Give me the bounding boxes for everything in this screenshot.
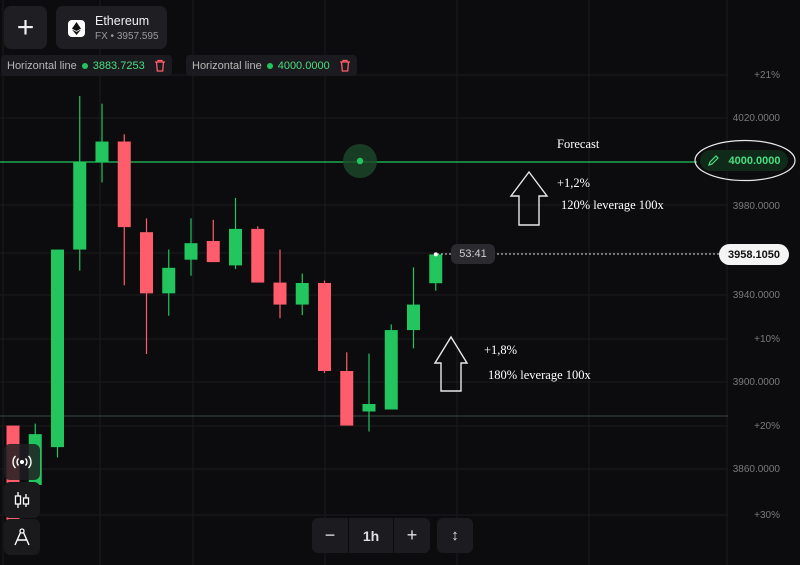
candle-body [362, 404, 376, 412]
candle-body [184, 243, 198, 260]
candle-body [162, 267, 176, 294]
indicator-chip-1[interactable]: Horizontal line 3883.7253 [1, 55, 172, 76]
annotation-upper-pct: +1,2% [557, 176, 591, 190]
candle-body [117, 141, 131, 228]
candle-body [407, 304, 420, 331]
asset-name: Ethereum [95, 14, 150, 28]
candle-body [318, 283, 331, 371]
asset-subtitle: FX • 3957.595 [95, 31, 159, 42]
y-tick-percent: +20% [754, 421, 780, 432]
level-drag-dot [356, 157, 364, 165]
last-price-dot [433, 252, 438, 257]
candle-body [295, 283, 309, 305]
indicator-chip-2[interactable]: Horizontal line 4000.0000 [186, 55, 357, 76]
y-tick-price: 3940.0000 [732, 290, 780, 301]
up-arrow-lower [433, 335, 469, 392]
candle-body [340, 371, 354, 426]
compass-draw-icon [14, 528, 30, 546]
candle-body [140, 232, 153, 294]
indicator-label: Horizontal line [192, 59, 262, 72]
trash-icon[interactable] [154, 59, 166, 72]
y-tick-price: 3980.0000 [732, 201, 780, 212]
y-tick-percent: +10% [754, 334, 780, 345]
drawing-tools-button[interactable] [4, 519, 40, 555]
timeframe-decrease-button[interactable]: − [312, 518, 349, 553]
forecast-level-tag[interactable]: 4000.0000 [700, 150, 788, 171]
forecast-level-value: 4000.0000 [728, 154, 781, 167]
y-tick-percent: +30% [754, 510, 780, 521]
candle-body [73, 161, 87, 250]
candle-body [95, 141, 109, 162]
timeframe-increase-button[interactable]: + [393, 518, 430, 553]
add-chart-button[interactable]: + [4, 6, 47, 49]
y-tick-price: 4020.0000 [732, 113, 780, 124]
candle-body [429, 254, 443, 284]
broadcast-icon [12, 455, 32, 469]
chart-grid [0, 0, 728, 565]
candles-icon [14, 492, 30, 508]
trash-icon[interactable] [339, 59, 351, 72]
indicator-label: Horizontal line [7, 59, 77, 72]
indicator-value: 4000.0000 [277, 59, 330, 72]
candle-body [51, 249, 64, 448]
plus-icon: + [16, 10, 35, 44]
indicator-color-dot [81, 62, 88, 69]
y-tick-price: 3860.0000 [732, 464, 780, 475]
ethereum-logo-icon [68, 20, 85, 37]
annotation-lower-leverage: 180% leverage 100x [488, 368, 591, 382]
indicator-color-dot [266, 62, 273, 69]
price-chart[interactable] [0, 0, 800, 565]
indicator-value: 3883.7253 [92, 59, 145, 72]
timeframe-label[interactable]: 1h [349, 518, 393, 553]
candle-timer: 53:41 [451, 244, 495, 264]
candle-body [206, 240, 220, 263]
asset-selector[interactable]: Ethereum FX • 3957.595 [56, 6, 167, 49]
pencil-icon [707, 155, 719, 166]
annotation-forecast: Forecast [557, 137, 600, 151]
y-tick-percent: +21% [754, 70, 780, 81]
candle-body [251, 228, 265, 283]
annotation-lower-pct: +1,8% [484, 343, 518, 357]
candle-body [384, 330, 398, 410]
y-tick-price: 3900.0000 [732, 377, 780, 388]
annotation-upper-leverage: 120% leverage 100x [561, 198, 664, 212]
candle-body [273, 282, 287, 305]
autoscale-button[interactable]: ↕ [437, 518, 473, 553]
current-price-tag: 3958.1050 [719, 244, 789, 265]
up-arrow-upper [509, 170, 549, 226]
timeframe-control: − 1h + [312, 518, 430, 553]
live-signal-button[interactable] [4, 444, 40, 480]
chart-type-button[interactable] [4, 482, 40, 518]
candle-body [229, 228, 242, 266]
